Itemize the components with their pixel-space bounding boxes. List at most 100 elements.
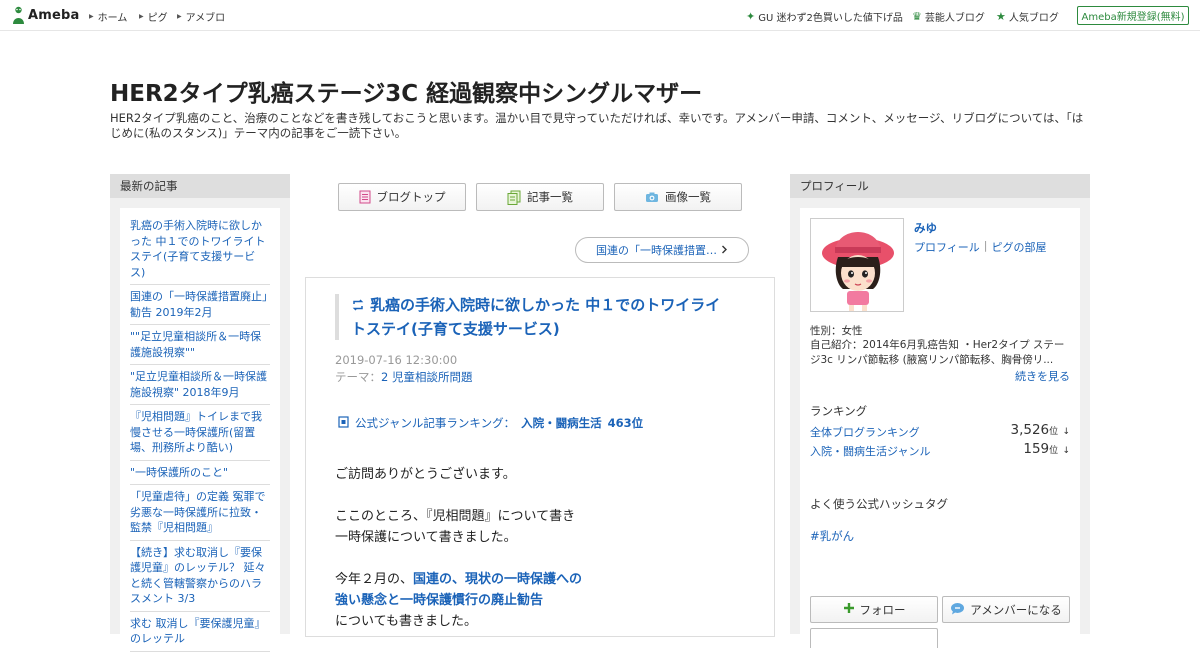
recent-article-link[interactable]: 「児童虐待」の定義 冤罪で劣悪な一時保護所に拉致・監禁『児相問題』	[130, 485, 270, 541]
topic-link-gu[interactable]: ✦ GU 迷わず2色買いした値下げ品	[746, 9, 903, 24]
ranking-number: 159	[1023, 441, 1050, 457]
recent-articles-panel: 最新の記事 乳癌の手術入院時に欲しかった 中１でのトワイライトステイ(子育て支援…	[110, 174, 290, 652]
ranking-value: 3,526位 ↓	[1010, 422, 1070, 438]
profile-link[interactable]: プロフィール	[914, 239, 980, 255]
pages-icon	[507, 190, 521, 205]
recent-article-link[interactable]: 【続き】求む取消し『要保護児童』のレッテル？ 延々と続く管轄警察からのハラスメン…	[130, 541, 270, 612]
article-paragraph	[335, 485, 582, 506]
reblog-icon	[351, 296, 365, 318]
next-article-button[interactable]: 国連の「一時保護措置…	[575, 237, 749, 263]
ameba-logo[interactable]: Ameba	[12, 6, 80, 25]
plus-icon	[843, 602, 855, 617]
tab-article-list-label: 記事一覧	[527, 190, 573, 204]
blog-tabs: ブログトップ 記事一覧 画像一覧	[338, 183, 742, 211]
recent-article-link[interactable]: 国連の「一時保護措置廃止」勧告 2019年2月	[130, 285, 270, 325]
article-paragraph	[335, 548, 582, 569]
ranking-unit: 位	[1049, 446, 1059, 456]
article-text: 今年２月の、	[335, 572, 414, 587]
recent-articles-list: 乳癌の手術入院時に欲しかった 中１でのトワイライトステイ(子育て支援サービス) …	[120, 208, 280, 652]
follow-button-label: フォロー	[859, 602, 906, 617]
popular-blog-link[interactable]: ★ 人気ブログ	[996, 9, 1059, 24]
article-date: 2019-07-16 12:30:00	[335, 353, 458, 367]
register-button[interactable]: Ameba新規登録(無料)	[1077, 6, 1189, 25]
nav-pigg[interactable]: ▶ ピグ	[139, 9, 168, 24]
next-article-label: 国連の「一時保護措置…	[596, 244, 717, 257]
article-paragraph: ここのところ、『児相問題』について書き	[335, 509, 576, 524]
nav-pigg-label: ピグ	[147, 13, 168, 24]
recent-article-link[interactable]: 『児相問題』トイレまで我慢させる一時保護所(留置場、刑務所より酷い)	[130, 405, 270, 461]
ranking-link[interactable]: 全体ブログランキング	[810, 426, 920, 439]
read-more-link[interactable]: 続きを見る	[1015, 368, 1070, 384]
ranking-icon	[338, 415, 349, 431]
chat-bubble-icon	[950, 602, 965, 618]
document-icon	[359, 190, 371, 204]
triangle-right-icon: ▶	[139, 13, 144, 20]
amember-button[interactable]: アメンバーになる	[942, 596, 1070, 623]
profile-gender: 性別：女性	[810, 325, 863, 337]
camera-icon	[645, 191, 659, 203]
article-inline-link[interactable]: 強い懸念と一時保護慣行の廃止勧告	[335, 590, 582, 611]
nav-ameblo-label: アメブロ	[185, 13, 226, 24]
tab-article-list[interactable]: 記事一覧	[476, 183, 604, 211]
blog-title[interactable]: HER2タイプ乳癌ステージ3C 経過観察中シングルマザー	[110, 74, 702, 108]
article-paragraph: 今年２月の、国連の、現状の一時保護への	[335, 569, 582, 590]
topic-link-gu-label: GU 迷わず2色買いした値下げ品	[758, 13, 903, 24]
nav-ameblo[interactable]: ▶ アメブロ	[177, 9, 225, 24]
ranking-row: 全体ブログランキング 3,526位 ↓	[810, 422, 1072, 440]
celebrity-blog-link[interactable]: ♛ 芸能人ブログ	[912, 9, 985, 24]
article-body: ご訪問ありがとうございます。 ここのところ、『児相問題』について書き 一時保護に…	[335, 464, 582, 632]
nav-home[interactable]: ▶ ホーム	[89, 9, 127, 24]
hashtag-heading: よく使う公式ハッシュタグ	[810, 497, 948, 511]
ranking-value: 159位 ↓	[1023, 441, 1070, 457]
link-separator: |	[983, 239, 988, 252]
triangle-right-icon: ▶	[89, 13, 94, 20]
article-theme-link[interactable]: 2 児童相談所問題	[381, 370, 472, 384]
profile-name[interactable]: みゆ	[914, 220, 937, 236]
ranking-link[interactable]: 入院・闘病生活ジャンル	[810, 445, 930, 458]
recent-article-link[interactable]: 求む 取消し『要保護児童』のレッテル	[130, 612, 270, 652]
recent-article-link[interactable]: "足立児童相談所＆一時保護施設視察" 2018年9月	[130, 365, 270, 405]
hashtag-link[interactable]: #乳がん	[810, 528, 854, 544]
pigg-room-link[interactable]: ピグの部屋	[992, 239, 1047, 255]
article-title-text: 乳癌の手術入院時に欲しかった 中１でのトワイライトステイ(子育て支援サービス)	[351, 296, 721, 338]
follow-button[interactable]: フォロー	[810, 596, 938, 623]
article-theme-label: テーマ：	[335, 370, 381, 384]
chevron-right-icon	[721, 244, 728, 257]
article-paragraph: 一時保護について書きました。	[335, 530, 517, 545]
recent-article-link[interactable]: "一時保護所のこと"	[130, 461, 270, 485]
profile-intro: 自己紹介：2014年6月乳癌告知 ・Her2タイプ ステージ3c リンパ節転移 …	[810, 339, 1065, 366]
ranking-number: 3,526	[1010, 422, 1050, 438]
article-theme: テーマ：2 児童相談所問題	[335, 369, 472, 385]
ranking-heading: ランキング	[810, 404, 868, 418]
tab-image-list[interactable]: 画像一覧	[614, 183, 742, 211]
amember-button-label: アメンバーになる	[970, 602, 1062, 617]
article-card: 乳癌の手術入院時に欲しかった 中１でのトワイライトステイ(子育て支援サービス) …	[305, 277, 775, 637]
celebrity-blog-label: 芸能人ブログ	[924, 13, 985, 24]
avatar[interactable]	[810, 218, 904, 312]
ranking-unit: 位	[1049, 427, 1059, 437]
profile-links: プロフィール | ピグの部屋	[914, 239, 1047, 255]
profile-panel: プロフィール みゆ プロフィール | ピグの部屋 性別：女性 自己紹介：2014…	[790, 174, 1090, 648]
article-inline-link[interactable]: 国連の、現状の一時保護への	[413, 572, 582, 587]
ameba-logo-icon	[12, 6, 25, 25]
tab-blog-top-label: ブログトップ	[376, 190, 446, 204]
sparkle-icon: ✦	[746, 10, 756, 23]
blog-description: HER2タイプ乳癌のこと、治療のことなどを書き残しておこうと思います。温かい目で…	[110, 111, 1084, 140]
message-button[interactable]	[810, 628, 938, 648]
article-paragraph: ご訪問ありがとうございます。	[335, 467, 516, 482]
tab-image-list-label: 画像一覧	[665, 190, 711, 204]
article-header: 乳癌の手術入院時に欲しかった 中１でのトワイライトステイ(子育て支援サービス)	[335, 294, 735, 340]
ameba-logo-text: Ameba	[28, 8, 80, 23]
ranking-row: 入院・闘病生活ジャンル 159位 ↓	[810, 441, 1072, 459]
tab-blog-top[interactable]: ブログトップ	[338, 183, 466, 211]
genre-ranking-link[interactable]: 公式ジャンル記事ランキング： 入院・闘病生活 463位	[338, 415, 643, 431]
nav-home-label: ホーム	[97, 13, 128, 24]
crown-icon: ♛	[912, 10, 922, 23]
genre-ranking-genre: 入院・闘病生活	[521, 416, 602, 430]
article-title[interactable]: 乳癌の手術入院時に欲しかった 中１でのトワイライトステイ(子育て支援サービス)	[351, 294, 735, 340]
recent-article-link[interactable]: 乳癌の手術入院時に欲しかった 中１でのトワイライトステイ(子育て支援サービス)	[130, 218, 270, 285]
arrow-down-icon: ↓	[1062, 446, 1070, 456]
profile-box: みゆ プロフィール | ピグの部屋 性別：女性 自己紹介：2014年6月乳癌告知…	[800, 208, 1080, 648]
recent-article-link[interactable]: ""足立児童相談所＆一時保護施設視察""	[130, 325, 270, 365]
global-header: Ameba ▶ ホーム ▶ ピグ ▶ アメブロ ✦ GU 迷わず2色買いした値下げ品 ♛…	[0, 0, 1200, 31]
